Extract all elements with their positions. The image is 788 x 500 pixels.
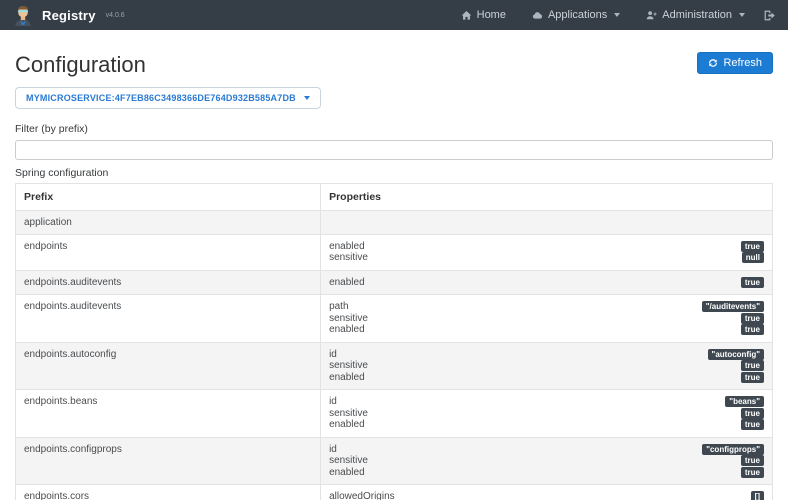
table-row: endpoints.autoconfig id "autoconfig" sensit… xyxy=(16,342,773,390)
column-header-prefix: Prefix xyxy=(16,183,321,210)
nav-item-home[interactable]: Home xyxy=(461,9,506,21)
instance-selector-dropdown[interactable]: MYMICROSERVICE:4F7EB86C3498366DE764D932B… xyxy=(15,87,321,109)
property-key: path xyxy=(329,301,348,313)
properties-cell: path "/auditevents" sensitive true enabled tr… xyxy=(321,295,773,343)
prefix-cell: endpoints.cors xyxy=(16,485,321,500)
filter-input[interactable] xyxy=(15,140,773,160)
properties-cell xyxy=(321,210,773,234)
prefix-cell: endpoints.configprops xyxy=(16,437,321,485)
refresh-icon xyxy=(708,58,718,68)
property-value-badge: true xyxy=(741,408,764,419)
nav-item-label: Applications xyxy=(548,9,607,21)
property-key: sensitive xyxy=(329,360,368,372)
property-key: enabled xyxy=(329,372,365,384)
cloud-icon xyxy=(532,10,543,21)
property-key: sensitive xyxy=(329,252,368,264)
table-row: endpoints.auditevents path "/auditevents" s… xyxy=(16,295,773,343)
spring-configuration-table: Prefix Properties applicationendpointsen… xyxy=(15,183,773,500)
properties-cell: enabled true sensitive null xyxy=(321,234,773,270)
property-value-badge: true xyxy=(741,467,764,478)
property-value-badge: null xyxy=(742,252,764,263)
nav-menu: Home Applications Administration xyxy=(461,9,745,21)
prefix-cell: endpoints.auditevents xyxy=(16,270,321,295)
property-key: enabled xyxy=(329,467,365,479)
chevron-down-icon xyxy=(304,96,310,100)
prefix-cell: endpoints.beans xyxy=(16,390,321,438)
config-table-body: applicationendpoints enabled true sensitive… xyxy=(16,210,773,500)
property-value-badge: true xyxy=(741,360,764,371)
page-title: Configuration xyxy=(15,52,146,78)
property-value-badge: [] xyxy=(751,491,764,500)
property-value-badge: "configprops" xyxy=(702,444,764,455)
properties-cell: allowedOrigins[]maxAge1800exposedHeaders… xyxy=(321,485,773,500)
properties-cell: enabled true xyxy=(321,270,773,295)
property-key: enabled xyxy=(329,241,365,253)
prefix-cell: application xyxy=(16,210,321,234)
property-key: allowedOrigins xyxy=(329,491,395,500)
table-row: endpoints.beans id "beans" sensitive true ena… xyxy=(16,390,773,438)
jhipster-avatar-logo xyxy=(12,4,34,26)
nav-item-applications[interactable]: Applications xyxy=(532,9,620,21)
table-row: endpoints.configprops id "configprops" sens… xyxy=(16,437,773,485)
refresh-button-label: Refresh xyxy=(723,57,762,69)
property-value-badge: true xyxy=(741,455,764,466)
property-key: enabled xyxy=(329,419,365,431)
properties-cell: id "beans" sensitive true enabled true xyxy=(321,390,773,438)
brand-link[interactable]: Registry v4.0.6 xyxy=(12,4,125,26)
sign-out-button[interactable] xyxy=(763,9,776,22)
chevron-down-icon xyxy=(739,13,745,17)
property-key: id xyxy=(329,349,337,361)
filter-label: Filter (by prefix) xyxy=(15,123,773,135)
refresh-button[interactable]: Refresh xyxy=(697,52,773,74)
prefix-cell: endpoints xyxy=(16,234,321,270)
property-key: id xyxy=(329,396,337,408)
section-label: Spring configuration xyxy=(15,167,773,179)
property-value-badge: true xyxy=(741,419,764,430)
app-version: v4.0.6 xyxy=(106,12,125,19)
nav-item-label: Administration xyxy=(662,9,732,21)
property-value-badge: true xyxy=(741,324,764,335)
properties-cell: id "autoconfig" sensitive true enabled true xyxy=(321,342,773,390)
navbar: Registry v4.0.6 Home Applications Admini… xyxy=(0,0,788,30)
table-row: endpoints.auditevents enabled true xyxy=(16,270,773,295)
property-value-badge: true xyxy=(741,277,764,288)
nav-item-administration[interactable]: Administration xyxy=(646,9,745,21)
main-content: Configuration Refresh MYMICROSERVICE:4F7… xyxy=(0,30,788,500)
property-key: id xyxy=(329,444,337,456)
prefix-cell: endpoints.auditevents xyxy=(16,295,321,343)
home-icon xyxy=(461,10,472,21)
instance-selector-value: MYMICROSERVICE:4F7EB86C3498366DE764D932B… xyxy=(26,93,296,103)
table-row: endpoints.corsallowedOrigins[]maxAge1800… xyxy=(16,485,773,500)
user-plus-icon xyxy=(646,10,657,21)
chevron-down-icon xyxy=(614,13,620,17)
property-key: sensitive xyxy=(329,313,368,325)
property-key: enabled xyxy=(329,277,365,289)
properties-cell: id "configprops" sensitive true enabled true xyxy=(321,437,773,485)
property-key: sensitive xyxy=(329,455,368,467)
app-title: Registry xyxy=(42,8,96,23)
property-value-badge: true xyxy=(741,372,764,383)
table-row: application xyxy=(16,210,773,234)
table-row: endpoints enabled true sensitive null xyxy=(16,234,773,270)
column-header-properties: Properties xyxy=(321,183,773,210)
nav-item-label: Home xyxy=(477,9,506,21)
property-value-badge: "/auditevents" xyxy=(702,301,764,312)
property-value-badge: "autoconfig" xyxy=(708,349,764,360)
property-value-badge: "beans" xyxy=(725,396,764,407)
property-value-badge: true xyxy=(741,241,764,252)
property-key: sensitive xyxy=(329,408,368,420)
sign-out-icon xyxy=(763,9,776,22)
property-value-badge: true xyxy=(741,313,764,324)
prefix-cell: endpoints.autoconfig xyxy=(16,342,321,390)
property-key: enabled xyxy=(329,324,365,336)
